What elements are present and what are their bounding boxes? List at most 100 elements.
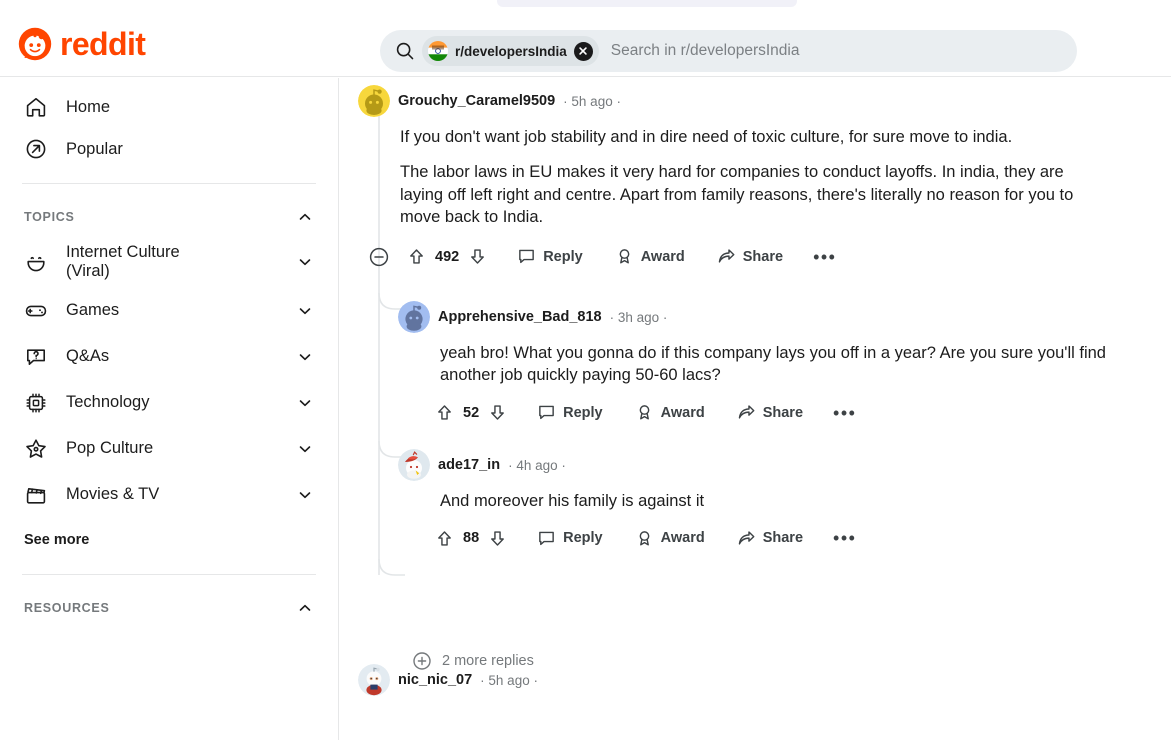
sidebar-section-topics[interactable]: TOPICS [12, 197, 326, 237]
sidebar-item-technology[interactable]: Technology [12, 380, 326, 426]
chevron-down-icon[interactable] [296, 440, 314, 458]
chevron-down-icon[interactable] [296, 394, 314, 412]
chevron-down-icon[interactable] [296, 302, 314, 320]
avatar-white-snoo-icon[interactable] [358, 664, 390, 696]
star-icon [26, 439, 46, 458]
vote-group: 52 [432, 400, 510, 425]
award-label: Award [660, 530, 705, 547]
avatar-red-snoo-icon[interactable] [398, 449, 430, 481]
share-button[interactable]: Share [728, 399, 812, 426]
share-label: Share [762, 404, 804, 421]
comment-paragraph: If you don't want job stability and in d… [400, 128, 1013, 146]
reply-button[interactable]: Reply [528, 399, 612, 426]
reply-button[interactable]: Reply [528, 525, 612, 552]
reply-label: Reply [563, 404, 603, 421]
sidebar-section-topics-title: TOPICS [24, 210, 75, 224]
upvote-arrow-icon [438, 531, 451, 546]
chevron-up-icon [299, 604, 311, 611]
sidebar-item-internet-culture[interactable]: Internet Culture (Viral) [12, 237, 326, 288]
award-label: Award [660, 404, 705, 421]
award-button[interactable]: Award [626, 525, 714, 552]
site-header: reddit r/developersIndia [0, 8, 1171, 77]
avatar-blue-snoo-icon[interactable] [398, 301, 430, 333]
comment-actions: 52 Reply Award Share ••• [432, 395, 1168, 431]
search-icon [396, 42, 414, 60]
upvote-arrow-icon [410, 249, 423, 264]
comment-bubble-icon [539, 531, 555, 546]
sidebar-item-technology-label: Technology [66, 393, 150, 412]
vote-count: 492 [435, 248, 460, 265]
close-icon [579, 47, 588, 55]
see-more-topics-button[interactable]: See more [12, 524, 101, 556]
share-label: Share [742, 248, 784, 265]
gamepad-icon [25, 305, 47, 317]
comment-author[interactable]: nic_nic_07 [398, 672, 472, 688]
sidebar-item-games[interactable]: Games [12, 288, 326, 334]
sidebar-item-pop-culture[interactable]: Pop Culture [12, 426, 326, 472]
share-button[interactable]: Share [728, 525, 812, 552]
chevron-down-icon[interactable] [296, 348, 314, 366]
comment-paragraph: The labor laws in EU makes it very hard … [400, 163, 1074, 227]
browser-chrome-sliver [0, 0, 1171, 8]
sidebar-item-movies-tv-label: Movies & TV [66, 485, 160, 504]
comment-paragraph: And moreover his family is against it [440, 492, 705, 510]
comment-item: Apprehensive_Bad_818 · 3h ago · yeah bro… [398, 300, 1168, 431]
upvote-button[interactable] [404, 244, 429, 269]
award-medal-icon [619, 249, 630, 264]
reddit-logo[interactable]: reddit [17, 26, 146, 62]
comment-paragraph: yeah bro! What you gonna do if this comp… [440, 344, 1106, 385]
subreddit-filter-chip[interactable]: r/developersIndia [422, 36, 599, 66]
comment-author[interactable]: ade17_in [438, 457, 500, 473]
more-options-button[interactable]: ••• [804, 248, 845, 266]
comment-body: And moreover his family is against it [440, 490, 1125, 512]
downvote-button[interactable] [485, 526, 510, 551]
more-options-button[interactable]: ••• [824, 404, 865, 422]
comment-timestamp: · 3h ago · [609, 309, 668, 325]
sidebar-item-internet-culture-label: Internet Culture (Viral) [66, 243, 180, 281]
reply-label: Reply [563, 530, 603, 547]
sidebar-item-popular[interactable]: Popular [12, 128, 326, 170]
comment-author[interactable]: Grouchy_Caramel9509 [398, 93, 555, 109]
comment-actions: 88 Reply Award Share ••• [432, 520, 1168, 556]
vote-group: 88 [432, 526, 510, 551]
chevron-down-icon[interactable] [296, 486, 314, 504]
avatar-gold-snoo-icon[interactable] [358, 85, 390, 117]
sidebar-section-resources[interactable]: RESOURCES [12, 588, 326, 628]
sidebar-section-resources-title: RESOURCES [24, 600, 110, 615]
upvote-button[interactable] [432, 400, 457, 425]
reply-button[interactable]: Reply [508, 243, 592, 270]
comment-author[interactable]: Apprehensive_Bad_818 [438, 309, 602, 325]
more-options-button[interactable]: ••• [824, 529, 865, 547]
downvote-button[interactable] [465, 244, 490, 269]
search-input[interactable] [610, 36, 1063, 66]
downvote-arrow-icon [491, 405, 505, 421]
search-bar[interactable]: r/developersIndia [380, 30, 1077, 72]
chevron-down-icon[interactable] [296, 253, 314, 271]
sidebar-item-movies-tv[interactable]: Movies & TV [12, 472, 326, 518]
comments-thread: Grouchy_Caramel9509 · 5h ago · If you do… [340, 78, 1171, 740]
sidebar-item-popular-label: Popular [66, 139, 123, 158]
collapse-thread-icon[interactable] [368, 246, 390, 268]
subreddit-avatar-india-flag-icon [428, 41, 448, 61]
comment-body: yeah bro! What you gonna do if this comp… [440, 342, 1125, 387]
award-medal-icon [639, 531, 650, 546]
comment-bubble-icon [539, 406, 555, 420]
award-button[interactable]: Award [626, 399, 714, 426]
sidebar-item-home[interactable]: Home [12, 86, 326, 128]
comment-timestamp: · 5h ago · [480, 672, 538, 688]
upvote-button[interactable] [432, 526, 457, 551]
comment-body: If you don't want job stability and in d… [400, 126, 1100, 229]
sidebar-item-qas[interactable]: Q&As [12, 334, 326, 380]
share-label: Share [762, 530, 804, 547]
smiley-icon [27, 257, 45, 272]
subreddit-chip-label: r/developersIndia [455, 43, 567, 59]
comment-item: ade17_in · 4h ago · And moreover his fam… [398, 448, 1168, 556]
share-button[interactable]: Share [708, 243, 792, 270]
award-button[interactable]: Award [606, 243, 694, 270]
downvote-button[interactable] [485, 400, 510, 425]
left-sidebar: Home Popular TOPICS Internet Culture (Vir… [0, 78, 339, 740]
sidebar-divider-1 [22, 183, 316, 184]
share-arrow-icon [738, 531, 755, 545]
clear-subreddit-filter-button[interactable] [573, 41, 593, 61]
chip-icon [26, 393, 46, 413]
